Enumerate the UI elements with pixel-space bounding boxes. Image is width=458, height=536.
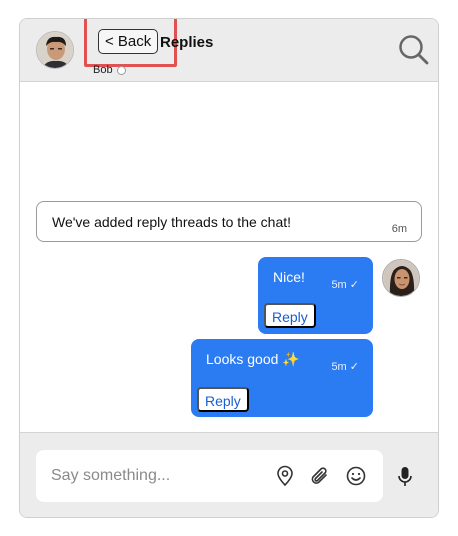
microphone-icon bbox=[398, 467, 412, 486]
message-time: 5m ✓ bbox=[331, 361, 359, 373]
message-text: Looks good ✨ bbox=[206, 351, 300, 367]
voice-button[interactable] bbox=[394, 465, 416, 489]
message-text: We've added reply threads to the chat! bbox=[52, 214, 292, 230]
location-pin-icon bbox=[277, 465, 293, 487]
attach-button[interactable] bbox=[309, 465, 331, 487]
emoji-icon bbox=[346, 466, 366, 486]
emoji-button[interactable] bbox=[345, 465, 367, 487]
reply-button[interactable]: Reply bbox=[197, 387, 249, 412]
page-title: Replies bbox=[160, 34, 214, 51]
chat-header: < Back Replies Bob bbox=[20, 19, 438, 82]
user-status: Bob bbox=[93, 64, 126, 76]
message-bubble[interactable]: Nice! 5m ✓ Reply bbox=[258, 257, 373, 334]
back-button[interactable]: < Back bbox=[98, 29, 159, 54]
chat-window: < Back Replies Bob We've added reply thr… bbox=[19, 18, 439, 518]
input-box bbox=[36, 450, 383, 502]
user-name: Bob bbox=[93, 64, 113, 76]
composer bbox=[20, 432, 438, 517]
paperclip-icon bbox=[311, 467, 327, 484]
message-input[interactable] bbox=[36, 450, 261, 502]
message-text: Nice! bbox=[273, 269, 305, 285]
reply-button[interactable]: Reply bbox=[264, 303, 316, 328]
avatar[interactable] bbox=[36, 31, 74, 69]
search-button[interactable] bbox=[397, 33, 431, 67]
avatar[interactable] bbox=[382, 259, 420, 297]
search-icon bbox=[399, 35, 429, 65]
status-indicator bbox=[116, 65, 126, 75]
message-time: 6m bbox=[391, 223, 407, 235]
location-button[interactable] bbox=[274, 465, 296, 487]
system-message: We've added reply threads to the chat! 6… bbox=[36, 201, 422, 242]
message-bubble[interactable]: Looks good ✨ 5m ✓ Reply bbox=[191, 339, 373, 417]
message-list[interactable]: We've added reply threads to the chat! 6… bbox=[20, 83, 438, 432]
message-time: 5m ✓ bbox=[331, 279, 359, 291]
